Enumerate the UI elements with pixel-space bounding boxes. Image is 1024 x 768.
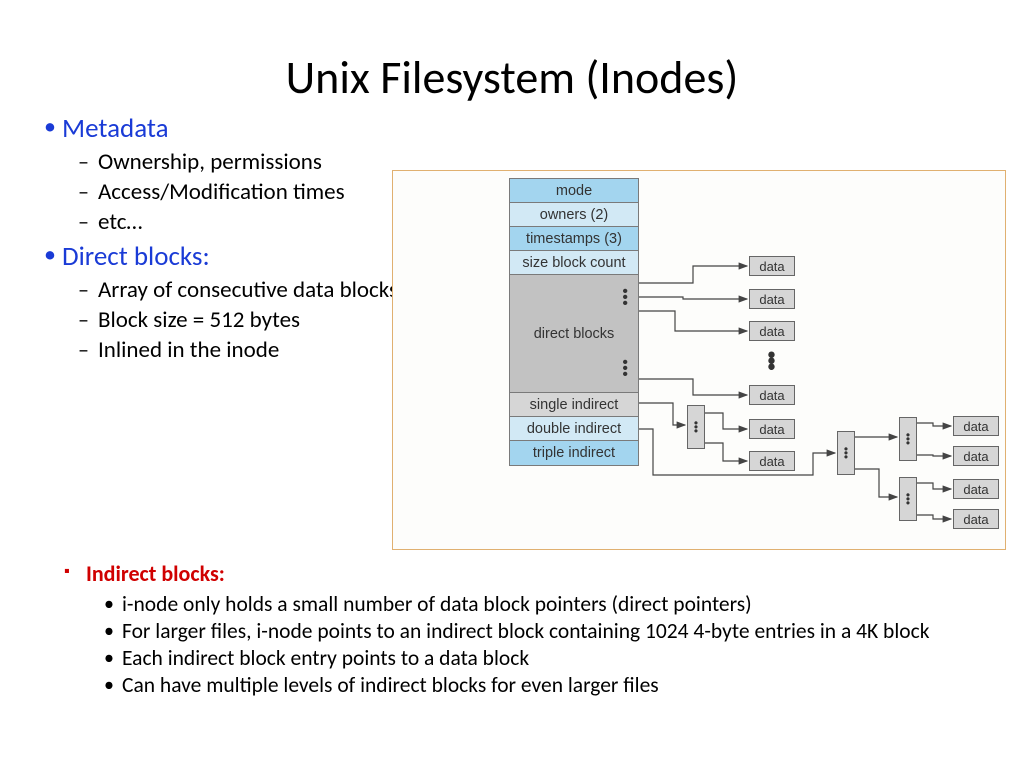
pointer-block: ••• xyxy=(899,417,917,461)
inode-row-double-indirect: double indirect xyxy=(510,417,638,441)
indirect-item: Each indirect block entry points to a da… xyxy=(122,645,529,672)
inode-structure: mode owners (2) timestamps (3) size bloc… xyxy=(509,178,639,466)
dash-icon: – xyxy=(78,178,98,206)
direct-item: Inlined in the inode xyxy=(98,336,279,364)
dash-icon: – xyxy=(78,208,98,236)
data-block: data xyxy=(749,256,795,276)
inode-row-owners: owners (2) xyxy=(510,203,638,227)
metadata-item: Access/Modification times xyxy=(98,178,345,206)
section-indirect: ▪ Indirect blocks: •i-node only holds a … xyxy=(64,560,984,699)
data-block: data xyxy=(749,419,795,439)
heading-direct: Direct blocks: xyxy=(62,240,210,274)
bullet-icon: • xyxy=(104,591,122,618)
data-block: data xyxy=(953,416,999,436)
indirect-item: Can have multiple levels of indirect blo… xyxy=(122,672,659,699)
vdots-icon: ••• xyxy=(622,289,628,307)
pointer-block: ••• xyxy=(837,431,855,475)
data-block: data xyxy=(953,479,999,499)
direct-item: Array of consecutive data blocks xyxy=(98,276,398,304)
vdots-icon: ••• xyxy=(767,351,776,369)
bullet-icon: • xyxy=(44,240,62,270)
bullet-icon: • xyxy=(104,645,122,672)
inode-row-triple-indirect: triple indirect xyxy=(510,441,638,465)
inode-row-mode: mode xyxy=(510,179,638,203)
indirect-item: i-node only holds a small number of data… xyxy=(122,591,752,618)
dash-icon: – xyxy=(78,276,98,304)
data-block: data xyxy=(749,321,795,341)
data-block: data xyxy=(953,509,999,529)
inode-diagram: mode owners (2) timestamps (3) size bloc… xyxy=(392,170,1006,550)
bullet-icon: • xyxy=(104,618,122,645)
data-block: data xyxy=(749,451,795,471)
inode-row-size: size block count xyxy=(510,251,638,275)
dash-icon: – xyxy=(78,148,98,176)
indirect-item: For larger files, i-node points to an in… xyxy=(122,618,929,645)
heading-metadata: Metadata xyxy=(62,112,169,146)
direct-item: Block size = 512 bytes xyxy=(98,306,300,334)
metadata-item: etc… xyxy=(98,208,142,236)
inode-row-single-indirect: single indirect xyxy=(510,393,638,417)
bullet-icon: • xyxy=(44,112,62,142)
left-column: • Metadata –Ownership, permissions –Acce… xyxy=(44,112,424,368)
data-block: data xyxy=(749,289,795,309)
section-metadata: • Metadata –Ownership, permissions –Acce… xyxy=(44,112,424,236)
inode-row-timestamps: timestamps (3) xyxy=(510,227,638,251)
data-block: data xyxy=(749,385,795,405)
square-bullet-icon: ▪ xyxy=(64,560,86,584)
dash-icon: – xyxy=(78,306,98,334)
pointer-block: ••• xyxy=(687,405,705,449)
data-block: data xyxy=(953,446,999,466)
bullet-icon: • xyxy=(104,672,122,699)
section-direct: • Direct blocks: –Array of consecutive d… xyxy=(44,240,424,364)
metadata-item: Ownership, permissions xyxy=(98,148,322,176)
slide-title: Unix Filesystem (Inodes) xyxy=(0,0,1024,112)
inode-row-direct: direct blocks ••• ••• xyxy=(510,275,638,393)
pointer-block: ••• xyxy=(899,477,917,521)
dash-icon: – xyxy=(78,336,98,364)
heading-indirect: Indirect blocks: xyxy=(86,560,225,587)
vdots-icon: ••• xyxy=(622,360,628,378)
